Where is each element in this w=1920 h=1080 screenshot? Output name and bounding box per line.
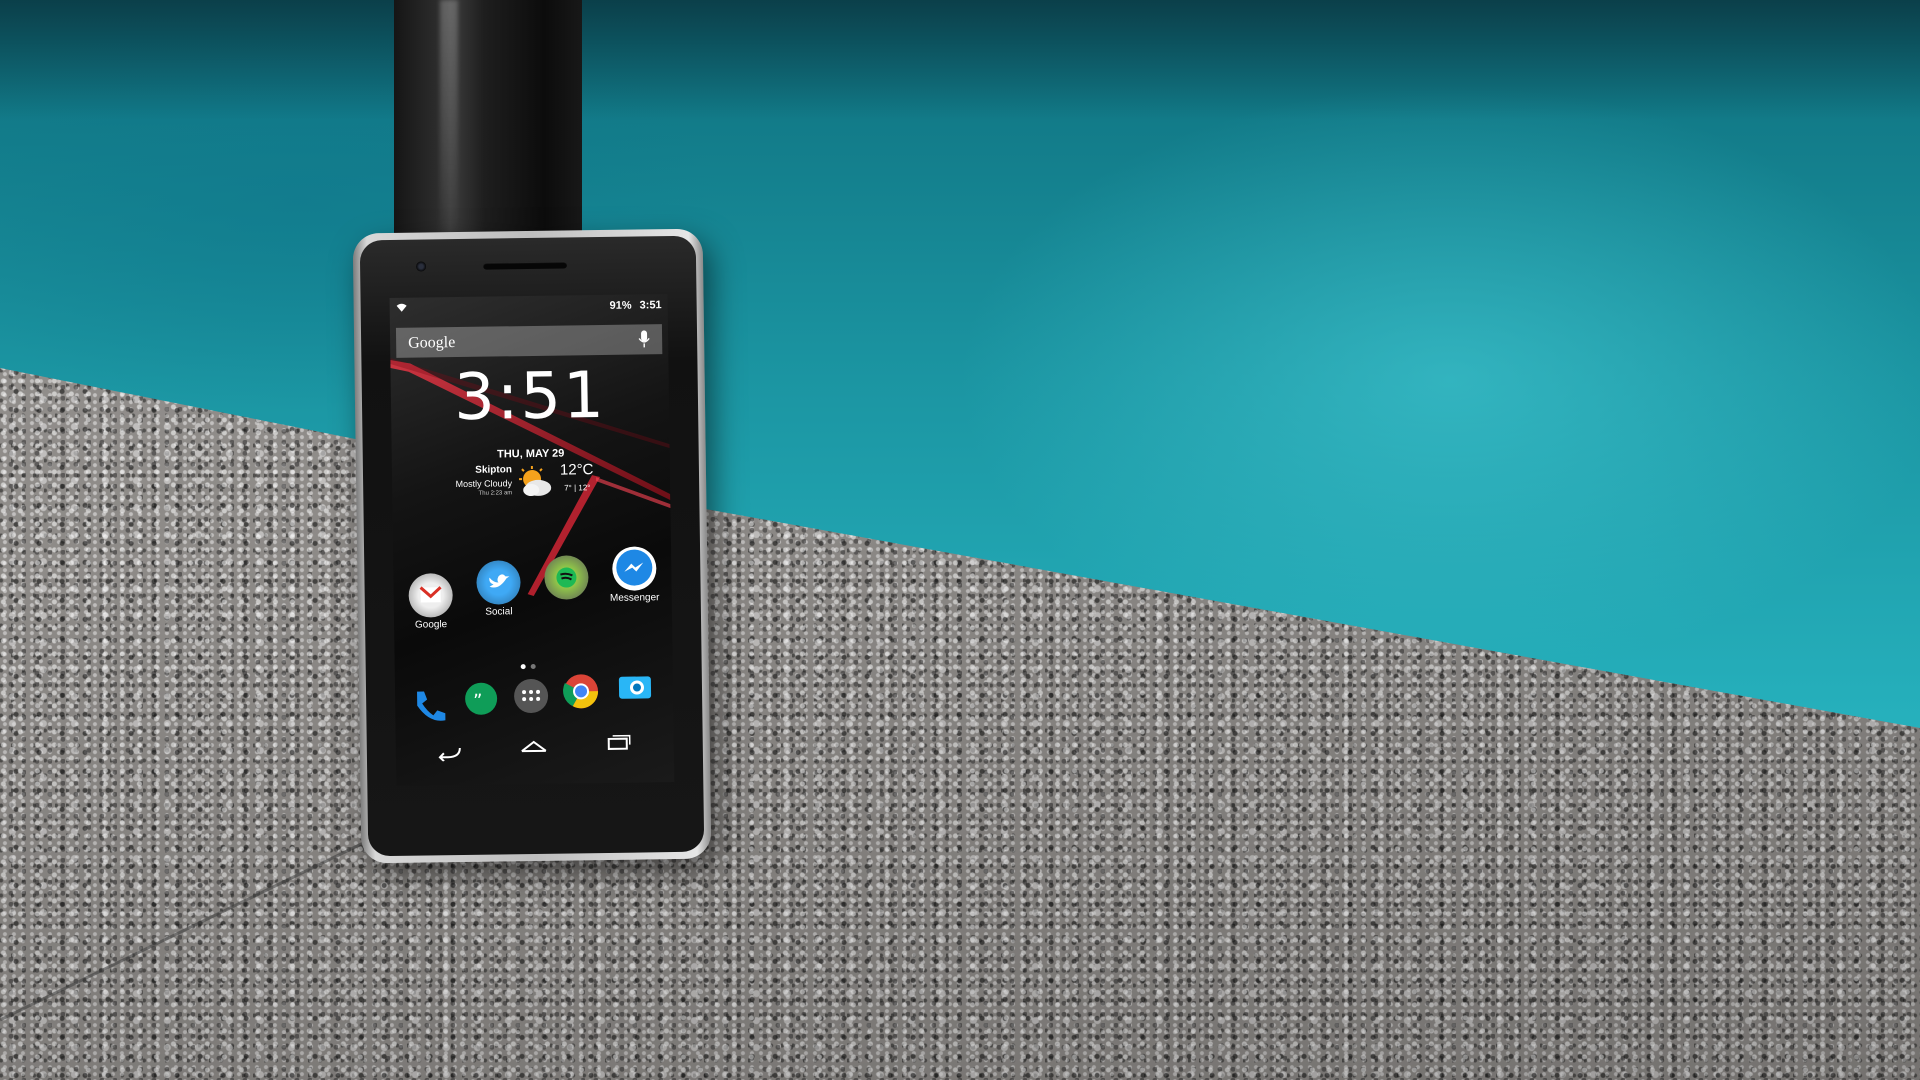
app-dock: ” [395, 672, 674, 726]
front-camera-icon [416, 261, 427, 272]
weather-location: Skipton [475, 464, 513, 476]
clock-widget-time[interactable]: 3:51 [390, 358, 669, 436]
app-folder-social[interactable]: Social [467, 560, 530, 618]
status-bar: 91% 3:51 [390, 294, 668, 320]
microphone-icon[interactable] [638, 330, 650, 348]
battery-percentage: 91% [609, 299, 632, 312]
earpiece-speaker [483, 261, 568, 270]
twitter-folder-icon [476, 560, 521, 605]
phone-icon[interactable] [409, 685, 450, 726]
back-icon[interactable] [436, 743, 464, 762]
ledge-seam-line [0, 759, 561, 1022]
app-label: Social [485, 606, 513, 618]
status-clock: 3:51 [639, 299, 662, 312]
partly-cloudy-icon [519, 465, 552, 497]
google-logo: Google [408, 334, 456, 352]
navigation-bar [396, 732, 675, 776]
app-label: Messenger [609, 592, 660, 604]
app-drawer-icon[interactable] [511, 676, 552, 717]
weather-updated-time: Thu 2:23 am [478, 490, 513, 497]
app-label [536, 601, 598, 602]
page-dot [530, 663, 536, 670]
weather-condition: Mostly Cloudy [455, 478, 513, 490]
hangouts-icon[interactable]: ” [461, 680, 502, 721]
svg-text:”: ” [473, 691, 483, 712]
gmail-folder-icon [408, 573, 453, 618]
page-dot-active [520, 664, 526, 670]
weather-temperature: 12°C [559, 461, 594, 479]
app-label: Google [414, 619, 448, 631]
camera-icon[interactable] [615, 666, 656, 707]
chrome-icon[interactable] [561, 671, 602, 712]
home-screen-apps: Google Social Messenger [393, 546, 672, 646]
app-messenger[interactable]: Messenger [603, 546, 666, 604]
page-indicator [520, 656, 541, 674]
recents-icon[interactable] [606, 733, 632, 751]
weather-temperature-range: 7° | 12° [564, 483, 591, 493]
phone-screen[interactable]: 91% 3:51 Google 3:51 THU, MAY 29 Skipton… [389, 294, 675, 786]
spotify-folder-icon [544, 555, 589, 600]
phone-bezel: 91% 3:51 Google 3:51 THU, MAY 29 Skipton… [359, 235, 705, 857]
app-folder-unlabeled[interactable] [535, 555, 598, 602]
app-folder-google[interactable]: Google [399, 573, 462, 631]
wifi-icon [396, 303, 407, 312]
smartphone: 91% 3:51 Google 3:51 THU, MAY 29 Skipton… [352, 228, 712, 864]
home-icon[interactable] [520, 738, 548, 754]
google-search-bar[interactable]: Google [395, 324, 663, 358]
messenger-icon [612, 546, 657, 591]
pole-highlight [440, 0, 458, 240]
